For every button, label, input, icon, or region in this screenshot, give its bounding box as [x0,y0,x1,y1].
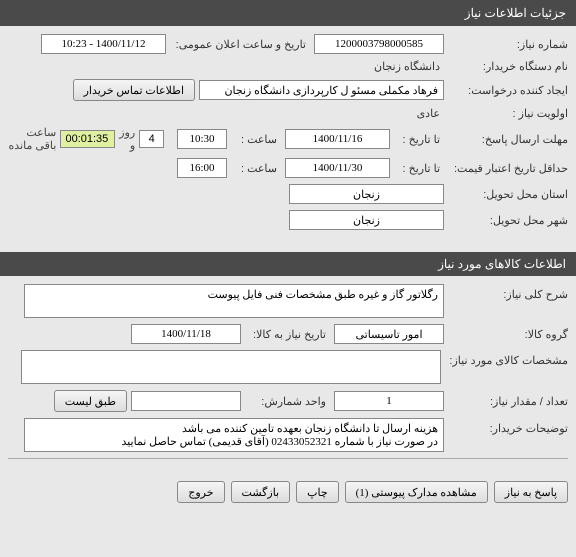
need-number-input[interactable] [314,34,444,54]
quantity-label: تعداد / مقدار نیاز: [448,395,568,408]
need-number-label: شماره نیاز: [448,38,568,51]
main-header: جزئیات اطلاعات نیاز [0,0,576,26]
requester-label: ایجاد کننده درخواست: [448,84,568,97]
buyer-notes-textarea[interactable] [24,418,444,452]
item-specs-textarea[interactable] [21,350,441,384]
response-date-input[interactable] [285,129,390,149]
item-group-input[interactable] [334,324,444,344]
response-deadline-label: مهلت ارسال پاسخ: [448,133,568,146]
divider [8,458,568,459]
need-desc-label: شرح کلی نیاز: [448,284,568,301]
delivery-city-label: شهر محل تحویل: [448,214,568,227]
time-label-2: ساعت : [231,162,281,175]
requester-input[interactable] [199,80,444,100]
buyer-notes-label: توضیحات خریدار: [448,418,568,435]
unit-label: واحد شمارش: [245,395,330,408]
delivery-province-label: استان محل تحویل: [448,188,568,201]
announce-datetime-label: تاریخ و ساعت اعلان عمومی: [170,38,310,51]
priority-label: اولویت نیاز : [448,107,568,120]
buyer-org-value: دانشگاه زنجان [374,60,444,73]
contact-info-button[interactable]: اطلاعات تماس خریدار [73,79,195,101]
quantity-input[interactable] [334,391,444,411]
priority-value: عادی [417,107,444,120]
print-button[interactable]: چاپ [296,481,339,503]
items-header: اطلاعات کالاهای مورد نیاز [0,252,576,276]
remaining-days-value: 4 [139,130,164,148]
respond-button[interactable]: پاسخ به نیاز [494,481,568,503]
need-date-input[interactable] [131,324,241,344]
remaining-time-label: ساعت باقی مانده [8,126,56,152]
item-specs-label: مشخصات کالای مورد نیاز: [445,350,568,367]
exit-button[interactable]: خروج [177,481,224,503]
need-date-label: تاریخ نیاز به کالا: [245,328,330,341]
back-button[interactable]: بازگشت [231,481,291,503]
price-validity-date-input[interactable] [285,158,390,178]
attachments-button[interactable]: مشاهده مدارک پیوستی (1) [345,481,488,503]
price-validity-label: حداقل تاریخ اعتبار قیمت: [448,162,568,175]
item-group-label: گروه کالا: [448,328,568,341]
button-bar: پاسخ به نیاز مشاهده مدارک پیوستی (1) چاپ… [0,473,576,511]
remaining-time-value: 00:01:35 [60,130,115,148]
response-time-input[interactable] [177,129,227,149]
delivery-province-input[interactable] [289,184,444,204]
to-date-label-1: تا تاریخ : [394,133,444,146]
need-desc-textarea[interactable] [24,284,444,318]
remaining-days-label: روز و [119,126,135,152]
need-info-section: شماره نیاز: تاریخ و ساعت اعلان عمومی: نا… [0,26,576,244]
items-section: شرح کلی نیاز: گروه کالا: تاریخ نیاز به ک… [0,276,576,473]
buyer-org-label: نام دستگاه خریدار: [448,60,568,73]
unit-input[interactable] [131,391,241,411]
price-validity-time-input[interactable] [177,158,227,178]
per-list-button[interactable]: طبق لیست [54,390,127,412]
time-label-1: ساعت : [231,133,281,146]
announce-datetime-input[interactable] [41,34,166,54]
to-date-label-2: تا تاریخ : [394,162,444,175]
delivery-city-input[interactable] [289,210,444,230]
